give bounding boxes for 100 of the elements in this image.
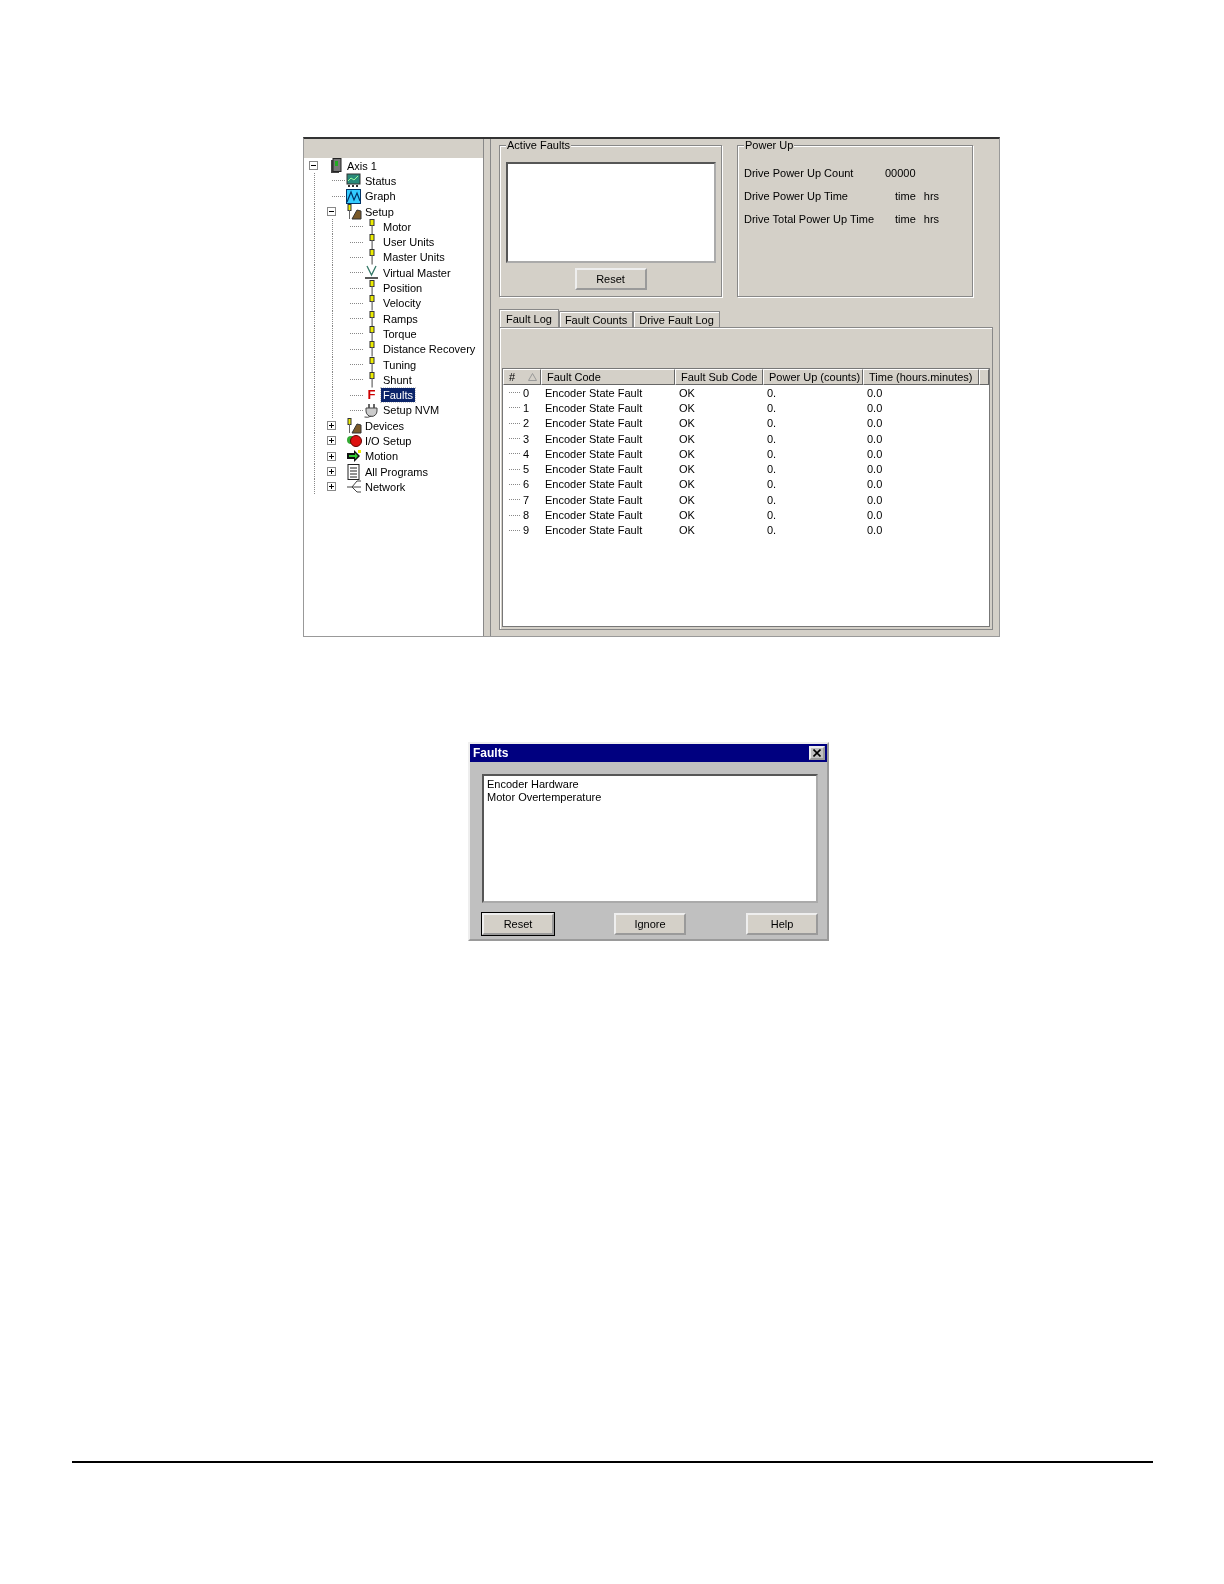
table-cell-text: 0.0 bbox=[866, 524, 884, 537]
table-cell-text: Encoder State Fault bbox=[544, 509, 644, 521]
field-label: Drive Power Up Time bbox=[744, 190, 849, 202]
field-value: 00000 bbox=[885, 167, 917, 179]
tree-item[interactable]: Distance Recovery bbox=[381, 342, 478, 357]
ball-icon bbox=[345, 433, 362, 449]
table-cell-text: Encoder State Fault bbox=[544, 493, 644, 506]
tree-item[interactable]: Axis 1 bbox=[345, 158, 379, 173]
expand-button[interactable] bbox=[327, 467, 336, 477]
post-icon bbox=[367, 280, 376, 297]
table-cell-text: Encoder State Fault bbox=[544, 478, 644, 491]
dialog-button[interactable]: Ignore bbox=[614, 913, 686, 935]
tree-item[interactable]: Status bbox=[363, 173, 399, 188]
collapse-button[interactable] bbox=[309, 161, 318, 171]
table-cell-text: OK bbox=[678, 524, 696, 537]
tree-item[interactable]: Motor bbox=[381, 219, 414, 234]
tree-item[interactable]: I/O Setup bbox=[363, 434, 414, 448]
tree-item[interactable]: Shunt bbox=[381, 372, 414, 387]
table-cell-text: Encoder State Fault bbox=[544, 432, 644, 445]
post-icon bbox=[367, 249, 376, 266]
table-cell-text: Encoder State Fault bbox=[544, 524, 644, 537]
post-icon bbox=[367, 295, 376, 312]
tab[interactable]: Fault Log bbox=[499, 309, 559, 327]
tree-item[interactable]: Motion bbox=[363, 449, 401, 464]
tree-item[interactable]: Tuning bbox=[381, 357, 419, 372]
group-title: Active Faults bbox=[506, 139, 571, 152]
table-cell-text: 0.0 bbox=[866, 493, 884, 506]
post-and-wedge-icon bbox=[345, 203, 362, 220]
tree-item[interactable]: Master Units bbox=[381, 250, 447, 265]
list-item[interactable]: Encoder Hardware bbox=[487, 778, 813, 791]
tree-item[interactable]: Devices bbox=[363, 418, 407, 433]
table-cell-text: Encoder State Fault bbox=[544, 401, 644, 414]
table-cell-text: 0. bbox=[766, 509, 778, 521]
table-cell-text: OK bbox=[678, 432, 696, 445]
close-button[interactable] bbox=[809, 746, 825, 760]
tree-item[interactable]: Setup bbox=[363, 204, 396, 219]
column-header[interactable]: Fault Sub Code bbox=[675, 369, 763, 385]
column-header[interactable]: Power Up (counts) bbox=[763, 369, 863, 385]
expand-button[interactable] bbox=[327, 451, 336, 461]
field-label: Drive Power Up Count bbox=[744, 167, 855, 179]
table-cell-text: Encoder State Fault bbox=[544, 447, 644, 460]
unit-label: hrs bbox=[923, 213, 940, 225]
tree-item[interactable]: User Units bbox=[381, 235, 437, 250]
table-cell-text: 0.0 bbox=[866, 447, 884, 460]
field-value: time bbox=[895, 213, 916, 225]
tree-item[interactable]: All Programs bbox=[363, 464, 430, 479]
field-value: time bbox=[895, 190, 916, 202]
expand-button[interactable] bbox=[327, 482, 336, 492]
tree-item[interactable]: Graph bbox=[363, 189, 398, 204]
table-cell-text: 0.0 bbox=[866, 463, 884, 476]
drive-icon bbox=[329, 157, 342, 174]
table-cell-text: OK bbox=[678, 478, 696, 491]
table-cell-text: Encoder State Fault bbox=[544, 463, 644, 476]
v-shape-icon bbox=[364, 265, 379, 281]
post-and-wedge-icon bbox=[345, 417, 362, 434]
post-icon bbox=[367, 234, 376, 251]
table-cell-text: 0.0 bbox=[866, 509, 884, 521]
unit-label: hrs bbox=[923, 190, 940, 202]
graph-icon bbox=[346, 188, 361, 204]
tree-item[interactable]: Virtual Master bbox=[381, 265, 453, 280]
dialog-title: Faults bbox=[473, 746, 509, 760]
table-cell-text: OK bbox=[678, 447, 696, 460]
table-cell-text: 0.0 bbox=[866, 401, 884, 414]
field-label: Drive Total Power Up Time bbox=[744, 213, 875, 225]
table-cell-text: 0. bbox=[766, 417, 778, 430]
dialog-button[interactable]: Reset bbox=[482, 913, 554, 935]
table-cell-text: Encoder State Fault bbox=[544, 386, 644, 399]
dialog-button[interactable]: Help bbox=[746, 913, 818, 935]
post-icon bbox=[367, 325, 376, 342]
tree-item[interactable]: Ramps bbox=[381, 311, 420, 326]
arrows-icon bbox=[345, 448, 362, 464]
tab[interactable]: Fault Counts bbox=[558, 311, 634, 327]
tree-item[interactable]: Setup NVM bbox=[381, 403, 442, 418]
post-icon bbox=[367, 371, 376, 388]
tab[interactable]: Drive Fault Log bbox=[633, 311, 720, 327]
sort-icon bbox=[528, 373, 537, 381]
expand-button[interactable] bbox=[327, 436, 336, 446]
tree-item[interactable]: Velocity bbox=[381, 296, 423, 311]
close-icon bbox=[813, 749, 821, 757]
letter-icon: F bbox=[367, 388, 376, 403]
column-header[interactable]: Fault Code bbox=[541, 369, 675, 385]
column-header[interactable]: Time (hours.minutes) bbox=[863, 369, 979, 385]
active-faults-list[interactable] bbox=[505, 162, 716, 264]
tree-item[interactable]: Position bbox=[381, 281, 425, 295]
expand-button[interactable] bbox=[327, 421, 336, 431]
table-cell-text: OK bbox=[678, 463, 696, 476]
table-cell-text: Encoder State Fault bbox=[544, 417, 644, 430]
table-cell-text: 0.0 bbox=[866, 417, 884, 430]
table-cell-text: OK bbox=[678, 417, 696, 430]
column-header[interactable]: # bbox=[503, 369, 541, 385]
reset-button[interactable]: Reset bbox=[574, 268, 647, 290]
tree-item[interactable]: Torque bbox=[381, 326, 419, 341]
collapse-button[interactable] bbox=[327, 207, 336, 217]
table-cell-text: 0. bbox=[766, 524, 778, 537]
table-cell-text: 0. bbox=[766, 493, 778, 506]
network-icon bbox=[345, 479, 362, 495]
tree-item[interactable]: Faults bbox=[381, 388, 415, 403]
tree-item[interactable]: Network bbox=[363, 479, 408, 494]
list-item[interactable]: Motor Overtemperature bbox=[487, 791, 813, 804]
table-cell-text: 0. bbox=[766, 386, 778, 399]
